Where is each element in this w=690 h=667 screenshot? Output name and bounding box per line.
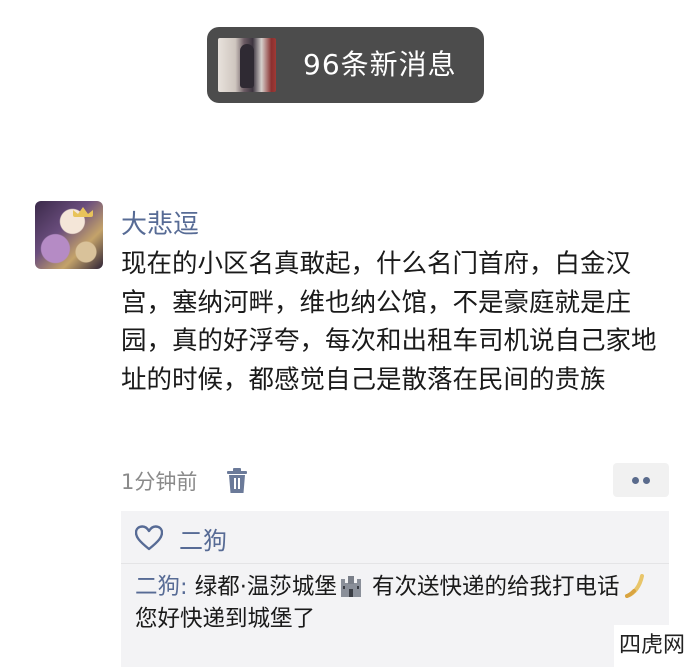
liker-name[interactable]: 二狗 xyxy=(179,521,227,556)
comment-author[interactable]: 二狗: xyxy=(135,574,188,600)
heart-outline-icon xyxy=(135,525,163,551)
phone-emoji-icon xyxy=(624,574,644,598)
new-messages-text: 96条新消息 xyxy=(303,48,457,81)
author-name[interactable]: 大悲逗 xyxy=(121,204,199,241)
more-actions-button[interactable] xyxy=(613,463,669,497)
comment-item[interactable]: 二狗: 绿都·温莎城堡 有次送快递的给我打电话 您好快递到城堡了 xyxy=(135,571,665,635)
site-watermark: 四虎网 xyxy=(614,625,690,667)
notification-avatar-thumbnail xyxy=(218,38,276,92)
comment-text-part1: 绿都·温莎城堡 xyxy=(187,574,337,600)
more-dots-icon xyxy=(632,477,639,484)
author-avatar[interactable] xyxy=(35,201,103,269)
castle-emoji-icon xyxy=(340,576,361,597)
post-text: 现在的小区名真敢起，什么名门首府，白金汉宫，塞纳河畔，维也纳公馆，不是豪庭就是庄… xyxy=(121,249,657,395)
new-messages-notification[interactable]: 96条新消息 xyxy=(207,27,484,103)
trash-icon[interactable] xyxy=(226,468,248,494)
comment-text-part2: 有次送快递的给我打电话 xyxy=(364,574,620,600)
likes-row: 二狗 xyxy=(121,511,669,564)
post-timestamp: 1分钟前 xyxy=(121,470,198,494)
comment-text-part3: 您好快递到城堡了 xyxy=(135,606,316,632)
likes-comments-panel: 二狗 二狗: 绿都·温莎城堡 有次送快递的给我打电话 您好快递到城堡了 xyxy=(121,511,669,667)
